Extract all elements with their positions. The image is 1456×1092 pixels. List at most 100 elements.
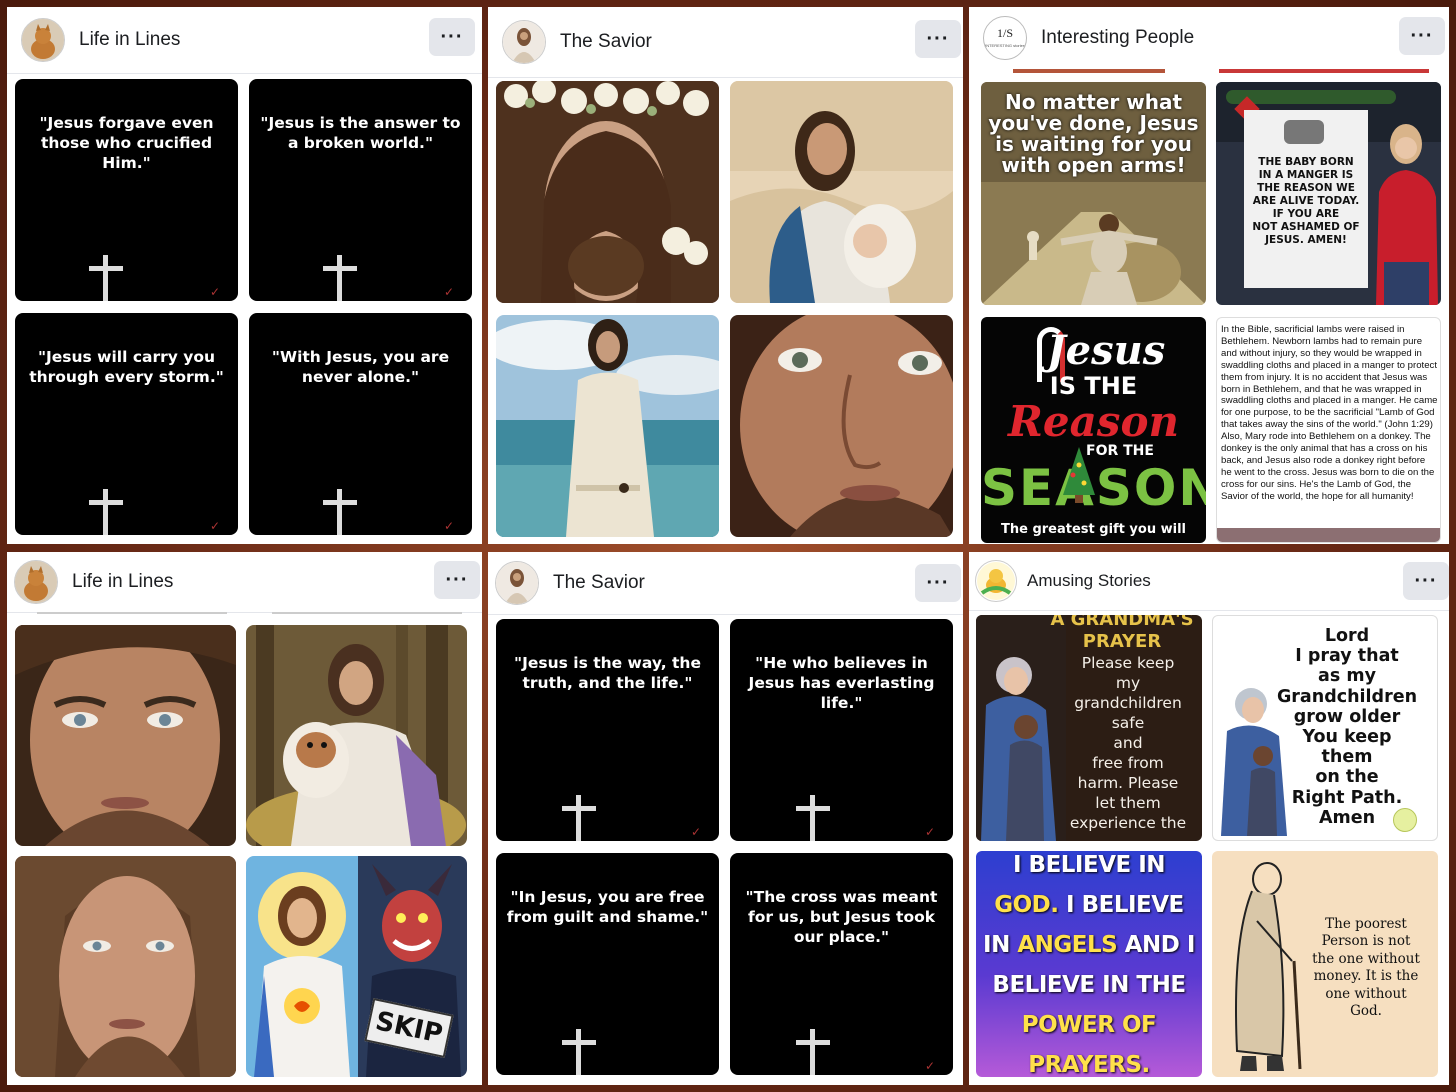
prayer-line: Please keep [1081, 654, 1175, 672]
prayer-line: as my [1318, 666, 1376, 687]
prayer-line: experience the [1069, 814, 1187, 832]
page-avatar[interactable] [975, 560, 1017, 602]
quote-line: the one without [1312, 950, 1420, 967]
prayer-line: Grandchildren [1276, 686, 1418, 707]
photo-post-tile[interactable] [496, 315, 719, 537]
post-card-life-in-lines-photos: Life in Lines ··· SKIP [7, 552, 482, 1085]
photo-post-tile[interactable]: SKIP [246, 856, 467, 1077]
jesus-close-up-image [730, 315, 953, 537]
believe-line: BELIEVE IN THE [976, 965, 1202, 1005]
photo-post-tile[interactable]: No matter what you've done, Jesus is wai… [981, 82, 1206, 305]
quote-lines: The poorest Person is not the one without m… [1304, 916, 1428, 1020]
cross-icon [89, 489, 123, 535]
more-options-button[interactable]: ··· [1399, 17, 1445, 55]
page-avatar[interactable] [14, 560, 58, 604]
photo-post-tile[interactable] [246, 625, 467, 846]
prayer-line: grow older [1293, 706, 1401, 727]
quote-text: "Jesus is the answer to a broken world." [260, 114, 461, 152]
post-header: The Savior ··· [488, 7, 963, 78]
avatar-logo-caption: INTERESTING stories [985, 43, 1025, 48]
more-options-button[interactable]: ··· [1403, 562, 1449, 600]
page-avatar[interactable] [21, 18, 65, 62]
prayer-line: grandchildren [1074, 694, 1182, 712]
post-header: The Savior ··· [488, 552, 963, 615]
photo-post-tile[interactable] [15, 856, 236, 1077]
believe-segment: ANGELS [1017, 932, 1125, 958]
photo-post-tile[interactable]: Lord I pray that as my Grandchildren grow ol… [1212, 615, 1438, 841]
prayer-line: safe [1111, 714, 1145, 732]
scrolled-content-hint [1219, 69, 1429, 73]
prayer-line: let them [1095, 794, 1161, 812]
cross-icon [796, 795, 830, 841]
scrolled-content-hint [1013, 69, 1165, 73]
script-line-reason: Reason [1007, 397, 1180, 446]
avatar-logo-mark: 1/S [997, 26, 1013, 40]
quote-line: Person is not [1321, 933, 1411, 950]
photo-post-tile[interactable] [730, 81, 953, 303]
quote-line: money. It is the [1313, 968, 1419, 985]
cross-icon [562, 795, 596, 841]
quote-post-tile[interactable]: "The cross was meant for us, but Jesus t… [730, 853, 953, 1075]
prayer-line: them [1321, 747, 1373, 768]
prayer-line: Right Path. [1291, 787, 1403, 808]
post-caption: The greatest gift you will [1000, 522, 1186, 537]
jesus-holding-baby-image [730, 81, 953, 303]
believe-segment: I BELIEVE IN [1012, 852, 1166, 878]
text-post-tile[interactable]: In the Bible, sacrificial lambs were rai… [1216, 317, 1441, 543]
page-avatar[interactable] [502, 20, 546, 64]
page-avatar[interactable]: 1/S INTERESTING stories [983, 16, 1027, 60]
quote-post-tile[interactable]: "In Jesus, you are free from guilt and s… [496, 853, 719, 1075]
prayer-line: free from [1092, 754, 1164, 772]
believe-line: GOD. I BELIEVE [976, 885, 1202, 925]
quote-line: The poorest [1325, 916, 1407, 932]
jesus-flower-crown-image [496, 81, 719, 303]
script-line-jesus: Jesus [1046, 327, 1166, 374]
post-card-interesting-people: 1/S INTERESTING stories Interesting Peopl… [969, 7, 1449, 544]
prayer-line: harm. Please [1077, 774, 1179, 792]
quote-post-tile[interactable]: "Jesus forgave even those who crucified … [15, 79, 238, 301]
post-overlay-text: No matter what you've done, Jesus is wai… [988, 90, 1199, 177]
photo-post-tile[interactable]: A GRANDMA'S PRAYER Please keep my grandchi… [976, 615, 1202, 841]
quote-post-tile[interactable]: "Jesus is the way, the truth, and the li… [496, 619, 719, 841]
photo-post-tile[interactable]: THE BABY BORN IN A MANGER IS THE REASON … [1216, 82, 1441, 305]
photo-post-tile[interactable] [496, 81, 719, 303]
page-name[interactable]: The Savior [553, 572, 645, 594]
post-header: Amusing Stories ··· [969, 552, 1449, 611]
page-name[interactable]: Interesting People [1041, 27, 1194, 49]
page-name[interactable]: Amusing Stories [1027, 571, 1151, 591]
jesus-portrait-image [15, 625, 236, 846]
page-name[interactable]: Life in Lines [72, 571, 173, 593]
more-options-button[interactable]: ··· [915, 564, 961, 602]
quote-line: one without [1325, 985, 1407, 1002]
page-avatar[interactable] [495, 561, 539, 605]
photo-post-tile[interactable]: The poorest Person is not the one without m… [1212, 851, 1438, 1077]
page-name[interactable]: Life in Lines [79, 29, 180, 51]
cross-icon [89, 255, 123, 301]
prayer-line: You keep [1302, 727, 1392, 748]
woman-in-red-image [1376, 124, 1438, 305]
post-card-the-savior-quotes: The Savior ··· "Jesus is the way, the tr… [488, 552, 963, 1085]
more-options-button[interactable]: ··· [429, 18, 475, 56]
quote-post-tile[interactable]: "He who believes in Jesus has everlastin… [730, 619, 953, 841]
watermark-mark: ✓ [924, 1059, 935, 1073]
scrolled-content-hint [272, 612, 462, 614]
watermark-mark: ✓ [690, 825, 701, 839]
quote-post-tile[interactable]: "With Jesus, you are never alone." ✓ [249, 313, 472, 535]
photo-post-tile[interactable] [15, 625, 236, 846]
quote-text: "With Jesus, you are never alone." [271, 348, 450, 386]
believe-segment: BELIEVE IN THE [992, 972, 1186, 998]
quote-post-tile[interactable]: "Jesus is the answer to a broken world."… [249, 79, 472, 301]
photo-post-tile[interactable] [730, 315, 953, 537]
watermark-mark: ✓ [443, 285, 454, 299]
more-options-button[interactable]: ··· [915, 20, 961, 58]
prayer-line: I pray that [1295, 646, 1399, 667]
page-name[interactable]: The Savior [560, 31, 652, 53]
quote-post-tile[interactable]: "Jesus will carry you through every stor… [15, 313, 238, 535]
more-options-button[interactable]: ··· [434, 561, 480, 599]
believe-segment: PRAYERS. [1028, 1052, 1150, 1077]
photo-post-tile[interactable]: Jesus IS THE Reason FOR THE SEASON The g… [981, 317, 1206, 543]
photo-post-tile[interactable]: I BELIEVE IN GOD. I BELIEVE IN ANGELS AND … [976, 851, 1202, 1077]
image-bottom-strip [1217, 528, 1440, 542]
believe-line: I BELIEVE IN [976, 851, 1202, 885]
quote-text: "Jesus will carry you through every stor… [29, 348, 224, 386]
